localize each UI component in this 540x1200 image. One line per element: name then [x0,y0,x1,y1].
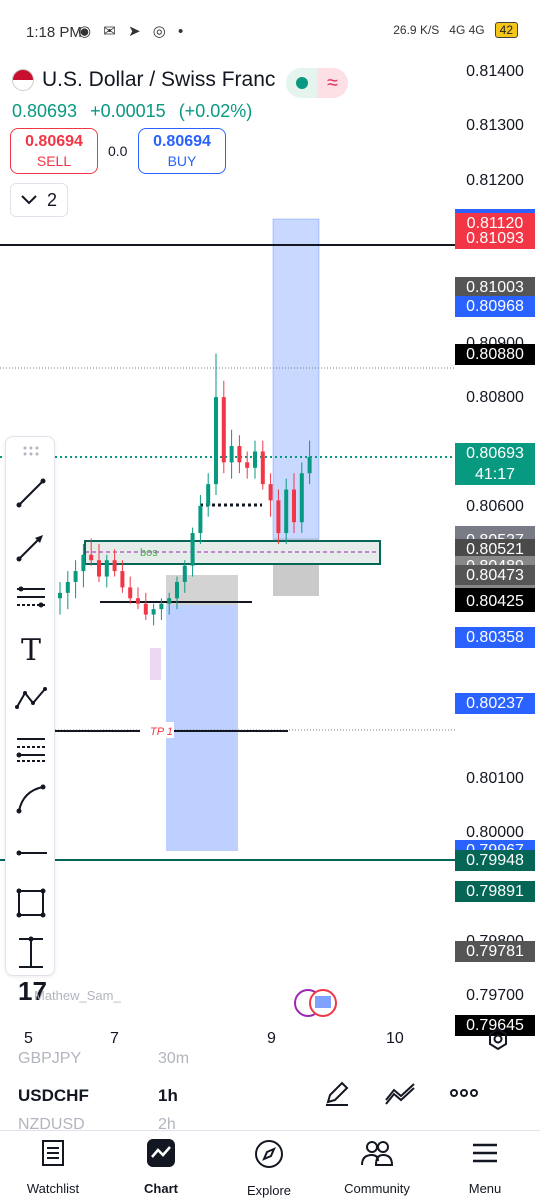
pattern-tool-icon[interactable] [13,681,49,717]
indicators-icon[interactable] [384,1078,416,1108]
drag-handle-icon[interactable] [13,441,49,461]
chart-canvas[interactable]: bos TP 1 17 Mathew_Sam_ [0,50,455,1026]
prediction-tool-icon[interactable] [13,731,49,767]
time-tick: 5 [24,1030,33,1047]
ghost-timeframe-above: 30m [158,1050,190,1067]
horizontal-ray-icon[interactable] [13,835,49,871]
candle [73,560,78,599]
candle [136,587,140,610]
pencil-icon[interactable] [322,1078,352,1108]
candle [245,451,250,479]
price-label: 0.79781 [455,941,535,963]
svg-text:T: T [21,633,41,667]
rectangle-tool-icon[interactable] [13,885,49,921]
candle [229,429,234,479]
price-label: 0.80425 [455,590,535,612]
price-label: 0.80473 [455,564,535,586]
bottom-navigation: Watchlist Chart Explore Community Menu [0,1130,540,1200]
candle [190,527,195,577]
candle [206,473,211,517]
current-timeframe[interactable]: 1h [158,1086,178,1106]
time-tick: 9 [267,1030,276,1047]
price-tick: 0.80600 [466,497,524,515]
symbol-timeframe-sheet[interactable]: GBPJPY 30m USDCHF 1h NZDUSD 2h [0,1050,540,1133]
time-axis[interactable]: 5 7 9 10 [0,1026,540,1052]
nav-chart[interactable]: Chart [116,1139,206,1196]
network-speed: 26.9 K/S [393,23,440,37]
brush-tool-icon[interactable] [13,781,49,817]
tp-label: TP 1 [150,726,173,738]
price-label: 0.79948 [455,850,535,872]
price-tick: 0.81400 [466,63,524,80]
price-label: 0.79891 [455,881,535,903]
nav-watchlist[interactable]: Watchlist [8,1139,98,1196]
candle [120,560,125,593]
time-tick: 10 [386,1030,404,1047]
compass-icon [255,1140,283,1168]
price-tick: 0.81300 [466,117,524,135]
chart-settings-icon[interactable] [486,1027,510,1051]
price-tick: 0.80800 [466,389,524,407]
candle [237,435,242,474]
drawing-toolbar[interactable]: T [5,436,55,976]
bos-label: bos [140,547,158,559]
current-price: 0.80693 [466,445,524,463]
clock: 1:18 PM [26,24,82,41]
price-label: 0.80968 [455,295,535,317]
short-position-target-zone [166,605,238,851]
candle [128,576,133,604]
nav-label: Explore [246,1183,292,1198]
more-options-icon[interactable] [448,1078,480,1108]
candle [198,494,203,544]
nav-label: Menu [468,1181,502,1196]
candle [143,592,148,621]
nav-label: Community [344,1181,410,1196]
nav-label: Watchlist [26,1181,80,1196]
fib-retracement-icon[interactable] [13,581,49,617]
price-label: 0.81003 [455,276,535,298]
hamburger-menu-icon [473,1143,497,1163]
bar-countdown: 41:17 [474,466,516,484]
candle [260,440,265,490]
current-price-label: 0.80693 41:17 [455,443,535,486]
price-label: 0.80880 [455,343,535,365]
candle [221,380,226,474]
author-watermark: Mathew_Sam_ [34,988,121,1003]
price-label: 0.80358 [455,627,535,649]
ideas-flag-icon [294,989,337,1017]
candle [58,581,62,615]
community-icon [361,1141,394,1166]
ghost-symbol-above: GBPJPY [18,1050,82,1067]
price-label: 0.81093 [455,227,535,249]
candle [253,440,257,479]
candle [214,353,218,495]
nav-menu[interactable]: Menu [440,1139,530,1196]
price-tick: 0.79700 [466,987,524,1005]
nav-label: Chart [144,1181,178,1196]
notification-icons: ◉ ✉ ➤ ◎ • [78,23,188,40]
purple-highlight [150,648,161,680]
candle [65,571,70,610]
price-label: 0.80237 [455,693,535,715]
time-tick: 7 [110,1030,119,1047]
candle [268,473,273,517]
candle [151,603,156,626]
price-axis[interactable]: 0.814000.813000.812000.809000.808000.806… [455,0,540,1036]
trend-line-icon[interactable] [13,475,49,511]
nav-community[interactable]: Community [332,1139,422,1196]
nav-explore[interactable]: Explore [224,1139,314,1198]
current-symbol[interactable]: USDCHF [18,1086,89,1106]
measure-tool-icon[interactable] [13,935,49,971]
chart-icon [147,1139,175,1167]
arrow-line-icon[interactable] [13,529,49,565]
watchlist-icon [42,1140,64,1166]
price-tick: 0.81200 [466,171,524,189]
price-tick: 0.80100 [466,769,524,787]
text-tool-icon[interactable]: T [13,631,49,667]
